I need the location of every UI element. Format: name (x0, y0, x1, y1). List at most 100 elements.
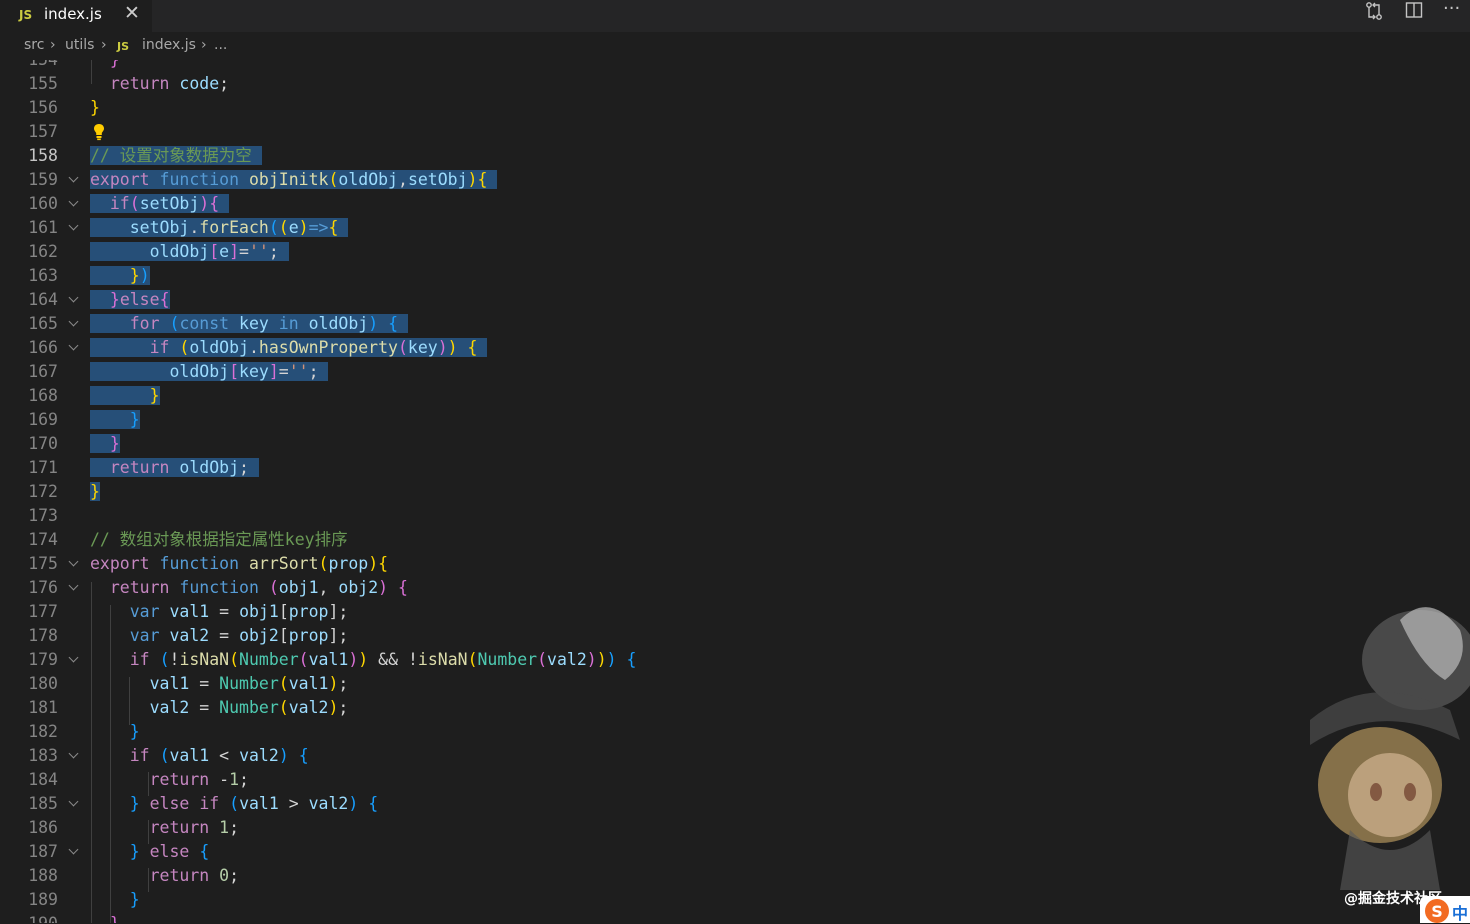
code-line: 172 } (0, 480, 1470, 504)
breadcrumb-src[interactable]: src (24, 37, 44, 53)
close-icon[interactable]: ✕ (124, 2, 140, 24)
line-number: 158 (28, 146, 58, 165)
line-number: 155 (28, 74, 58, 93)
line-number: 174 (28, 530, 58, 549)
code-line: 165 for (const key in oldObj) { (0, 312, 1470, 336)
code-line: 155 return code; (0, 72, 1470, 96)
line-number: 180 (28, 674, 58, 693)
code-line: 184 return -1; (0, 768, 1470, 792)
tab-bar: JS index.js ✕ ··· (0, 0, 1470, 32)
line-number: 165 (28, 314, 58, 333)
line-number: 178 (28, 626, 58, 645)
line-number: 167 (28, 362, 58, 381)
sogou-logo-icon: S (1425, 899, 1449, 923)
split-editor-icon[interactable] (1405, 1, 1423, 19)
line-number: 179 (28, 650, 58, 669)
line-number: 186 (28, 818, 58, 837)
line-number: 187 (28, 842, 58, 861)
line-number: 161 (28, 218, 58, 237)
code-line: 162 oldObj[e]=''; (0, 240, 1470, 264)
code-line: 169 } (0, 408, 1470, 432)
fold-chevron-icon[interactable] (66, 192, 84, 216)
line-number: 185 (28, 794, 58, 813)
code-line: 168 } (0, 384, 1470, 408)
code-line: 177 var val1 = obj1[prop]; (0, 600, 1470, 624)
code-line: 171 return oldObj; (0, 456, 1470, 480)
code-line: 164 }else{ (0, 288, 1470, 312)
code-line: 154 } (0, 60, 1470, 72)
code-line: 178 var val2 = obj2[prop]; (0, 624, 1470, 648)
fold-chevron-icon[interactable] (66, 552, 84, 576)
fold-chevron-icon[interactable] (66, 336, 84, 360)
fold-chevron-icon[interactable] (66, 840, 84, 864)
line-number: 156 (28, 98, 58, 117)
fold-chevron-icon[interactable] (66, 648, 84, 672)
fold-chevron-icon[interactable] (66, 312, 84, 336)
code-line: 190 } (0, 912, 1470, 923)
line-number: 188 (28, 866, 58, 885)
line-number: 170 (28, 434, 58, 453)
js-file-icon: JS (117, 40, 130, 53)
code-line: 174 // 数组对象根据指定属性key排序 (0, 528, 1470, 552)
breadcrumb-symbol[interactable]: ... (214, 37, 227, 53)
code-line: 187 } else { (0, 840, 1470, 864)
fold-chevron-icon[interactable] (66, 792, 84, 816)
chevron-right-icon: › (201, 37, 207, 53)
tab-label: index.js (44, 5, 102, 23)
code-line: 175 export function arrSort(prop){ (0, 552, 1470, 576)
line-number: 168 (28, 386, 58, 405)
tab-index-js[interactable]: JS index.js ✕ (0, 0, 152, 32)
code-line: 167 oldObj[key]=''; (0, 360, 1470, 384)
code-line: 179 if (!isNaN(Number(val1)) && !isNaN(N… (0, 648, 1470, 672)
line-number: 163 (28, 266, 58, 285)
fold-chevron-icon[interactable] (66, 576, 84, 600)
line-number: 171 (28, 458, 58, 477)
code-editor[interactable]: 154 } 155 return code; 156 } 157 158 // … (0, 60, 1470, 923)
mascot-overlay-image (1310, 607, 1470, 890)
line-number: 166 (28, 338, 58, 357)
line-number: 182 (28, 722, 58, 741)
fold-chevron-icon[interactable] (66, 216, 84, 240)
compare-changes-icon[interactable] (1364, 1, 1384, 21)
line-number: 189 (28, 890, 58, 909)
code-line: 156 } (0, 96, 1470, 120)
code-line: 163 }) (0, 264, 1470, 288)
breadcrumb-utils[interactable]: utils (65, 37, 94, 53)
code-line: 189 } (0, 888, 1470, 912)
svg-text:S: S (1431, 902, 1443, 921)
line-number: 190 (0, 912, 58, 923)
code-line: 176 return function (obj1, obj2) { (0, 576, 1470, 600)
fold-chevron-icon[interactable] (66, 168, 84, 192)
line-number: 169 (28, 410, 58, 429)
code-line: 158 // 设置对象数据为空 (0, 144, 1470, 168)
line-number: 181 (28, 698, 58, 717)
code-line: 185 } else if (val1 > val2) { (0, 792, 1470, 816)
ime-mode-label: 中 (1452, 904, 1469, 923)
line-number: 162 (28, 242, 58, 261)
line-number: 164 (28, 290, 58, 309)
line-number: 183 (28, 746, 58, 765)
code-line: 182 } (0, 720, 1470, 744)
fold-chevron-icon[interactable] (66, 744, 84, 768)
chevron-right-icon: › (101, 37, 107, 53)
code-line: 166 if (oldObj.hasOwnProperty(key)) { (0, 336, 1470, 360)
more-actions-icon[interactable]: ··· (1443, 0, 1460, 19)
fold-chevron-icon[interactable] (66, 288, 84, 312)
code-line: 159 export function objInitk(oldObj,setO… (0, 168, 1470, 192)
line-number: 177 (28, 602, 58, 621)
line-number: 157 (28, 122, 58, 141)
code-line: 173 (0, 504, 1470, 528)
code-line: 188 return 0; (0, 864, 1470, 888)
breadcrumb: src › utils › JS index.js › ... (0, 32, 1470, 60)
js-file-icon: JS (19, 8, 33, 22)
code-line: 160 if(setObj){ (0, 192, 1470, 216)
breadcrumb-file[interactable]: index.js (142, 37, 196, 53)
line-number: 176 (28, 578, 58, 597)
line-number: 160 (28, 194, 58, 213)
line-number: 184 (28, 770, 58, 789)
ime-indicator[interactable]: S 中 (1420, 896, 1470, 923)
line-number: 154 (0, 60, 58, 72)
line-number: 159 (28, 170, 58, 189)
line-number: 175 (28, 554, 58, 573)
chevron-right-icon: › (50, 37, 56, 53)
